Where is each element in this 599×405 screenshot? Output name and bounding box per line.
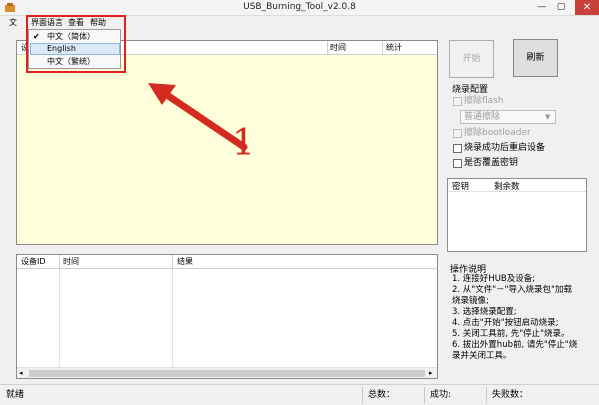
start-button[interactable]: 开始 <box>449 40 494 78</box>
header-separator <box>382 41 383 55</box>
header-result[interactable]: 结果 <box>177 255 193 269</box>
instruction-line: 2. 从"文件"－"导入烧录包"加载 <box>452 285 572 295</box>
header-separator <box>59 255 60 269</box>
instruction-line: 6. 拔出外置hub前, 请先"停止"烧 <box>452 340 578 350</box>
status-success: 成功: <box>430 390 452 400</box>
key-table[interactable]: 密钥 剩余数 <box>447 178 587 252</box>
key-table-header: 密钥 剩余数 <box>448 179 586 192</box>
language-option-traditional-chinese[interactable]: 中文（繁统） <box>30 56 120 68</box>
title-bar: USB_Burning_Tool_v2.0.8 — ▢ ✕ <box>0 0 599 16</box>
status-state: 就绪 <box>6 390 25 400</box>
key-column-header[interactable]: 密钥 <box>452 180 469 192</box>
status-total: 总数： <box>368 390 396 400</box>
instruction-line: 4. 点击"开始"按钮启动烧录; <box>452 318 559 328</box>
reboot-after-label: 烧录成功后重启设备 <box>464 143 546 153</box>
scrollbar-thumb[interactable] <box>29 370 425 377</box>
status-fail: 失败数： <box>492 390 529 400</box>
instruction-line: 烧录镜像; <box>452 296 489 306</box>
instruction-line: 5. 关闭工具前, 先"停止"烧录。 <box>452 329 570 339</box>
minimize-button[interactable]: — <box>537 2 547 12</box>
language-option-english[interactable]: English <box>30 43 120 55</box>
column-divider <box>172 269 173 367</box>
erase-flash-label: 擦除flash <box>464 96 504 106</box>
option-label: 中文（繁统） <box>47 57 95 66</box>
status-bar: 就绪 总数： 成功: 失败数： <box>0 384 599 405</box>
reboot-after-checkbox[interactable] <box>453 144 462 153</box>
result-list[interactable]: 设备ID 时间 结果 ◂ ▸ <box>16 254 438 379</box>
remaining-column-header[interactable]: 剩余数 <box>494 180 520 192</box>
chevron-down-icon: ▼ <box>545 113 551 121</box>
scroll-left-icon[interactable]: ◂ <box>19 368 23 379</box>
erase-mode-select[interactable]: 普通擦除 ▼ <box>460 110 556 124</box>
header-separator <box>172 255 173 269</box>
header-device-id[interactable]: 设备ID <box>21 255 46 269</box>
erase-mode-value: 普通擦除 <box>464 112 501 122</box>
erase-bootloader-label: 擦除bootloader <box>464 128 531 138</box>
refresh-button[interactable]: 刷新 <box>513 39 558 77</box>
status-separator <box>362 387 363 403</box>
menu-file[interactable]: 文 <box>9 17 17 29</box>
instruction-line: 1. 连接好HUB及设备; <box>452 274 536 284</box>
overwrite-key-checkbox[interactable] <box>453 159 462 168</box>
instruction-line: 录并关闭工具。 <box>452 351 512 361</box>
header-stats[interactable]: 统计 <box>386 41 402 55</box>
check-icon: ✔ <box>33 32 40 41</box>
instruction-line: 3. 选择烧录配置; <box>452 307 517 317</box>
header-separator <box>327 41 328 55</box>
overwrite-key-label: 是否覆盖密钥 <box>464 158 519 168</box>
scroll-right-icon[interactable]: ▸ <box>429 368 433 379</box>
status-separator <box>424 387 425 403</box>
header-time[interactable]: 时间 <box>63 255 79 269</box>
erase-bootloader-checkbox[interactable] <box>453 129 462 138</box>
column-divider <box>59 269 60 367</box>
erase-flash-checkbox[interactable] <box>453 97 462 106</box>
result-list-header: 设备ID 时间 结果 <box>17 255 437 269</box>
status-separator <box>486 387 487 403</box>
window-title: USB_Burning_Tool_v2.0.8 <box>243 2 356 12</box>
language-option-simplified-chinese[interactable]: ✔ 中文（简体） <box>30 31 120 43</box>
horizontal-scrollbar[interactable]: ◂ ▸ <box>17 367 437 378</box>
annotation-number: 1 <box>232 123 255 164</box>
close-button[interactable]: ✕ <box>575 0 599 15</box>
option-label: English <box>47 44 76 53</box>
header-time[interactable]: 时间 <box>330 41 346 55</box>
maximize-button[interactable]: ▢ <box>556 2 566 12</box>
instructions-panel: 操作说明 1. 连接好HUB及设备; 2. 从"文件"－"导入烧录包"加载 烧录… <box>450 262 590 380</box>
language-dropdown-menu: ✔ 中文（简体） English 中文（繁统） <box>28 29 121 69</box>
option-label: 中文（简体） <box>47 32 95 41</box>
